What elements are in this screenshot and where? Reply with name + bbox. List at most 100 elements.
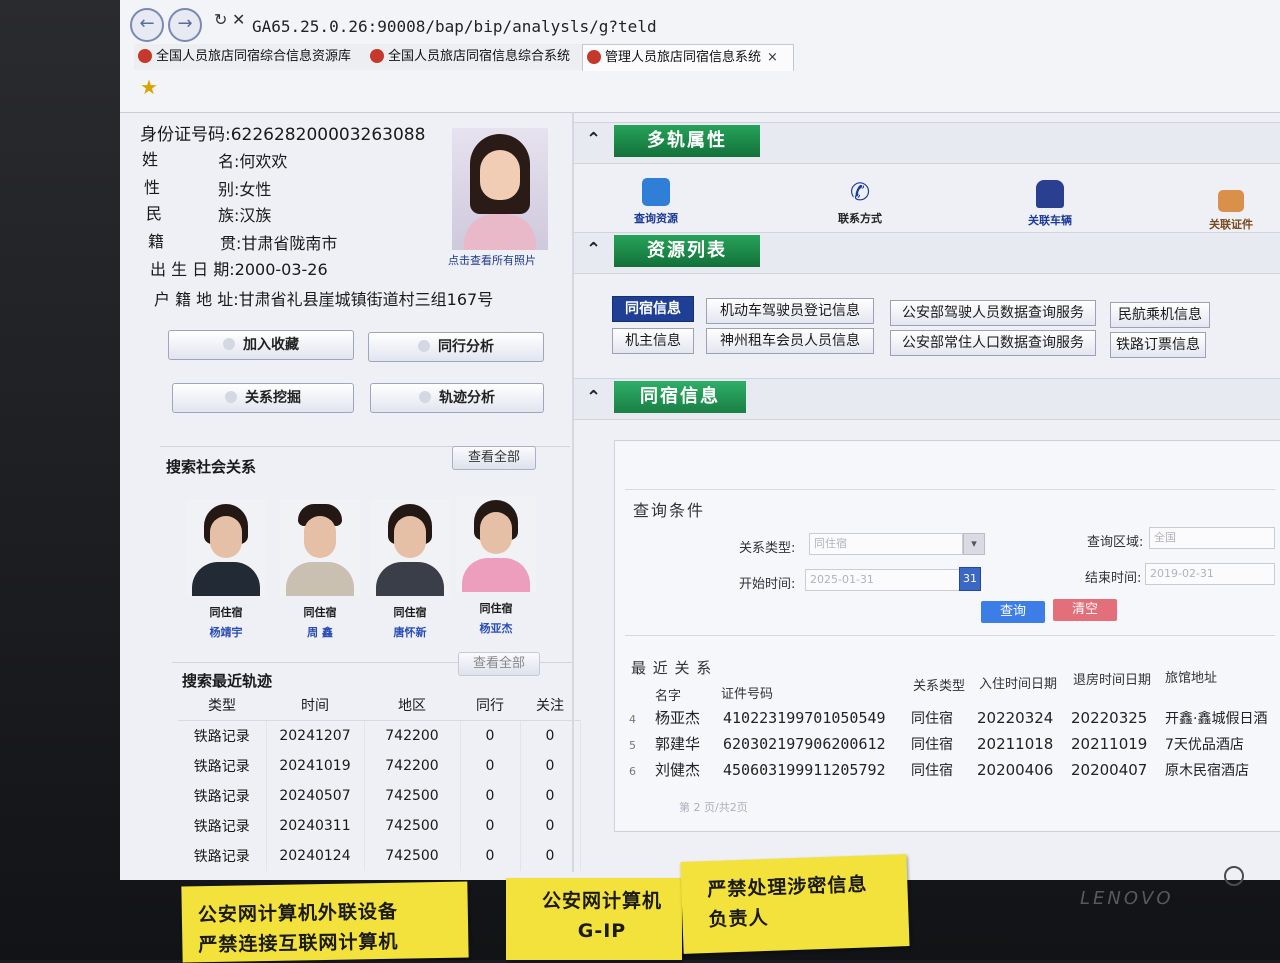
id-number: 身份证号码:622628200003263088 [140, 125, 426, 145]
origin-prefix: 籍 [148, 232, 165, 251]
phone-icon: ✆ [849, 178, 871, 206]
back-arrow-icon[interactable]: ← [130, 8, 164, 42]
table-row[interactable]: 铁路记录 20240124 742500 0 0 [178, 841, 581, 871]
res-btn-resident-query[interactable]: 公安部常住人口数据查询服务 [890, 330, 1096, 356]
person-gender: 别:女性 [218, 180, 272, 199]
cohabit-query-panel: 查询条件 关系类型: 同住宿 ▾ 查询区域: 全国 开始时间: 2025-01-… [614, 440, 1280, 832]
multi-attr-title: 多轨属性 [614, 125, 760, 157]
social-view-all-button[interactable]: 查看全部 [452, 446, 536, 470]
relation-mining-button[interactable]: 关系挖掘 [172, 383, 354, 413]
end-time-label: 结束时间: [1085, 571, 1142, 586]
linked-id-item[interactable]: 关联证件 [1206, 190, 1256, 232]
tab-strip: 全国人员旅店同宿综合信息资源库 全国人员旅店同宿信息综合系统 管理人员旅店同宿信… [134, 44, 1274, 71]
contact-method-item[interactable]: ✆ 联系方式 [828, 178, 892, 226]
person-thumbnail [370, 500, 450, 596]
social-person-4[interactable]: 同住宿 杨亚杰 [456, 496, 536, 636]
recent-relations-title: 最 近 关 系 [631, 659, 713, 677]
address-bar[interactable]: GA65.25.0.26:90008/bap/bip/analysls/g?te… [252, 12, 1280, 42]
favorites-star-icon[interactable]: ★ [140, 76, 162, 98]
social-relations-title: 搜索社会关系 [166, 458, 257, 476]
col-header-name: 名字 [655, 689, 682, 704]
chevron-up-icon[interactable]: ⌃ [586, 129, 601, 150]
power-button-icon[interactable] [1224, 866, 1244, 886]
res-btn-car-rental[interactable]: 神州租车会员人员信息 [706, 328, 874, 354]
add-favorite-button[interactable]: 加入收藏 [168, 330, 354, 360]
col-header-type: 关系类型 [913, 679, 966, 694]
res-btn-driver-query[interactable]: 公安部驾驶人员数据查询服务 [890, 300, 1096, 326]
relation-type-label: 关系类型: [739, 541, 796, 556]
gender-prefix: 性 [144, 178, 161, 197]
chevron-up-icon[interactable]: ⌃ [586, 387, 601, 408]
resource-list-header: ⌃ 资源列表 [574, 232, 1280, 274]
table-row[interactable]: 4 杨亚杰 410223199701050549 同住宿 20220324 2022032… [629, 707, 1267, 728]
start-time-input[interactable]: 2025-01-31 [805, 569, 961, 591]
browser-chrome: ← → ↻ ✕ GA65.25.0.26:90008/bap/bip/analy… [120, 0, 1280, 113]
col-header-id: 证件号码 [721, 687, 774, 702]
forward-arrow-icon[interactable]: → [168, 8, 202, 42]
close-tab-icon[interactable]: × [767, 50, 778, 65]
table-row[interactable]: 铁路记录 20240507 742500 0 0 [178, 781, 581, 811]
social-person-3[interactable]: 同住宿 唐怀新 [370, 500, 450, 640]
query-resource-item[interactable]: 查询资源 [626, 178, 686, 226]
cohabit-title: 同宿信息 [614, 381, 746, 413]
chevron-down-icon[interactable]: ▾ [963, 533, 985, 555]
trajectory-analysis-button[interactable]: 轨迹分析 [370, 383, 544, 413]
res-btn-cohabit[interactable]: 同宿信息 [612, 296, 694, 322]
section-divider [625, 489, 1275, 490]
res-btn-driver-registry[interactable]: 机动车驾驶员登记信息 [706, 298, 874, 324]
social-person-2[interactable]: 同住宿 周 鑫 [280, 500, 360, 640]
panel-divider [572, 112, 574, 872]
table-row[interactable]: 铁路记录 20241019 742200 0 0 [178, 751, 581, 781]
linked-vehicle-item[interactable]: 关联车辆 [1020, 180, 1080, 228]
calendar-icon[interactable]: 31 [959, 567, 981, 591]
person-name: 名:何欢欢 [218, 152, 288, 171]
col-header-hotel: 旅馆地址 [1165, 671, 1218, 686]
social-person-1[interactable]: 同住宿 杨靖宇 [186, 500, 266, 640]
res-btn-railway[interactable]: 铁路订票信息 [1110, 332, 1206, 358]
security-sticker-left: 公安网计算机外联设备 严禁连接互联网计算机 [181, 881, 469, 963]
tab-integrated-system[interactable]: 全国人员旅店同宿信息综合系统 [366, 44, 591, 70]
travel-analysis-button[interactable]: 同行分析 [368, 332, 544, 362]
person-thumbnail [456, 496, 536, 592]
person-photo[interactable] [452, 128, 548, 250]
view-all-photos-link[interactable]: 点击查看所有照片 [448, 252, 536, 268]
name-prefix: 姓 [142, 150, 159, 169]
person-ethnicity: 族:汉族 [218, 206, 272, 225]
table-row[interactable]: 6 刘健杰 450603199911205792 同住宿 20200406 2020040… [629, 759, 1249, 780]
table-row[interactable]: 铁路记录 20240311 742500 0 0 [178, 811, 581, 841]
tracks-table: 类型 时间 地区 同行 关注 铁路记录 20241207 742200 0 0 铁路记录… [178, 690, 581, 871]
pagination[interactable]: 第 2 页/共2页 [679, 799, 748, 815]
resource-list-title: 资源列表 [614, 235, 760, 267]
monitor-brand-logo: LENOVO [1080, 888, 1174, 909]
tab-management-system[interactable]: 管理人员旅店同宿信息系统 × [582, 44, 794, 71]
stop-icon[interactable]: ✕ [232, 10, 245, 29]
start-time-label: 开始时间: [739, 577, 796, 592]
car-icon [1036, 180, 1064, 208]
chevron-up-icon[interactable]: ⌃ [586, 239, 601, 260]
end-time-input[interactable]: 2019-02-31 [1145, 563, 1275, 585]
tab-resource-library[interactable]: 全国人员旅店同宿综合信息资源库 [134, 44, 373, 70]
relation-type-select[interactable]: 同住宿 [809, 533, 963, 555]
person-origin: 贯:甘肃省陇南市 [220, 234, 338, 253]
route-icon [419, 391, 431, 403]
security-sticker-right: 严禁处理涉密信息 负责人 [680, 854, 910, 954]
chart-icon [418, 340, 430, 352]
globe-search-icon [642, 178, 670, 206]
emblem-icon [370, 49, 384, 63]
table-row[interactable]: 5 郭建华 620302197906200612 同住宿 20211018 2021101… [629, 733, 1244, 754]
refresh-icon[interactable]: ↻ [214, 10, 227, 29]
security-sticker-mid: 公安网计算机 G-IP [506, 878, 682, 960]
query-button[interactable]: 查询 [981, 601, 1045, 623]
res-btn-phone-owner[interactable]: 机主信息 [612, 328, 694, 354]
id-card-icon [1218, 190, 1244, 212]
emblem-icon [138, 49, 152, 63]
person-thumbnail [186, 500, 266, 596]
clear-button[interactable]: 清空 [1053, 599, 1117, 621]
network-icon [225, 391, 237, 403]
emblem-icon [587, 50, 601, 64]
query-conditions-title: 查询条件 [633, 501, 706, 520]
res-btn-flight[interactable]: 民航乘机信息 [1110, 302, 1210, 328]
table-row[interactable]: 铁路记录 20241207 742200 0 0 [178, 720, 581, 751]
region-input[interactable]: 全国 [1149, 527, 1275, 549]
tracks-view-all-button[interactable]: 查看全部 [458, 652, 540, 676]
